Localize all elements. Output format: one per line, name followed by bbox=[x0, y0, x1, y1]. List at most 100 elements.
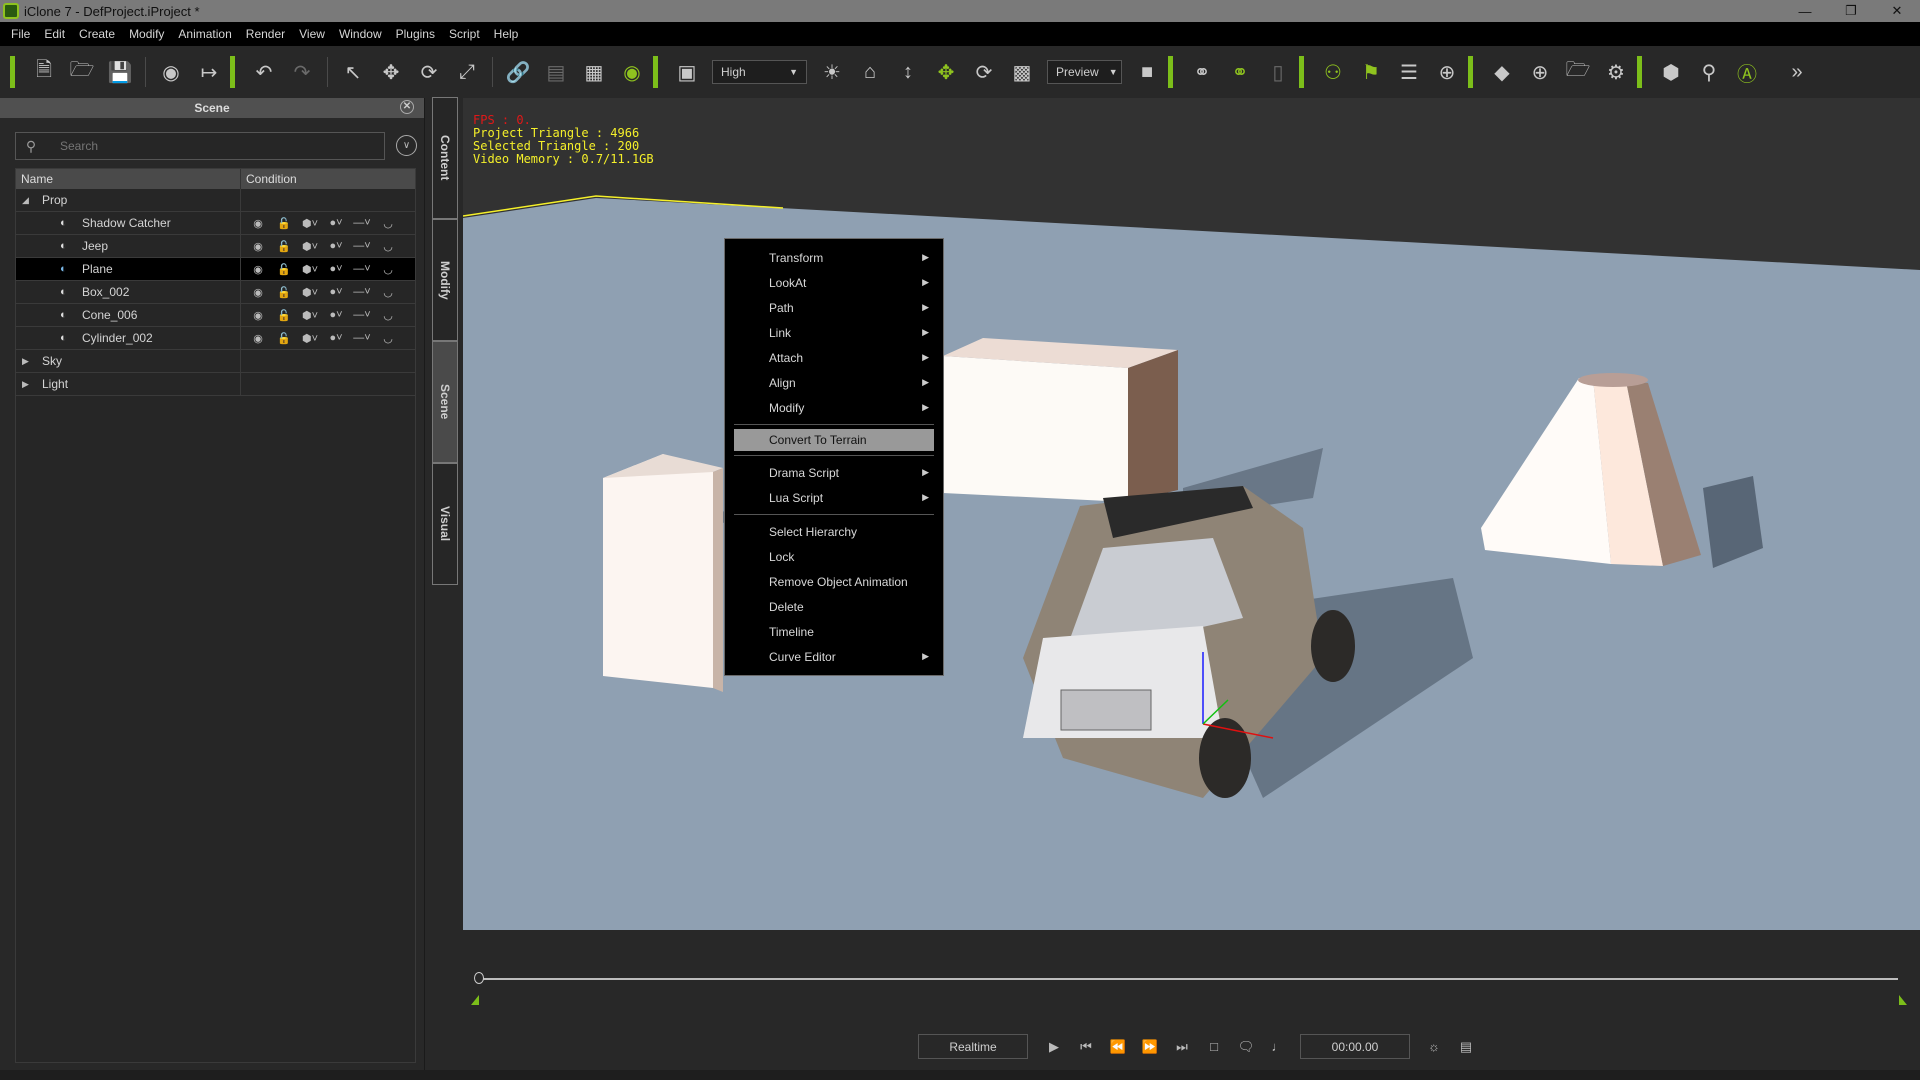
shading-sphere-icon[interactable]: ●˅ bbox=[323, 217, 349, 229]
align-right-icon[interactable]: ▦ bbox=[575, 53, 613, 91]
tree-item-row[interactable]: ◐ Jeep ◉ 🔓 ⬢˅ ●˅ —˅ ◡ bbox=[16, 235, 415, 258]
key-settings-icon[interactable]: ⚙ bbox=[1597, 53, 1635, 91]
line-style-icon[interactable]: —˅ bbox=[349, 286, 375, 298]
menu-view[interactable]: View bbox=[292, 27, 332, 41]
context-menu-item[interactable]: Curve Editor ▶ bbox=[725, 644, 943, 669]
ragdoll-icon[interactable]: ⚇ bbox=[1314, 53, 1352, 91]
render-cube-icon[interactable]: ⬢˅ bbox=[297, 263, 323, 276]
tree-item-row[interactable]: ◐ Box_002 ◉ 🔓 ⬢˅ ●˅ —˅ ◡ bbox=[16, 281, 415, 304]
key-icon[interactable]: ◆ bbox=[1483, 53, 1521, 91]
shading-sphere-icon[interactable]: ●˅ bbox=[323, 309, 349, 321]
menu-script[interactable]: Script bbox=[442, 27, 487, 41]
collapse-arrow-icon[interactable]: ◢ bbox=[22, 195, 34, 206]
timeline-scrubber[interactable] bbox=[474, 972, 484, 984]
time-field[interactable]: 00:00.00 bbox=[1300, 1034, 1410, 1059]
visible-eye-icon[interactable]: ◉ bbox=[245, 309, 271, 322]
subtitle-icon[interactable]: 🗨 bbox=[1230, 1034, 1262, 1059]
go-to-start-icon[interactable]: ⏮ bbox=[1070, 1034, 1102, 1059]
tree-group-row[interactable]: ◢ Prop bbox=[16, 189, 415, 212]
line-style-icon[interactable]: —˅ bbox=[349, 309, 375, 321]
render-cube-icon[interactable]: ⬢˅ bbox=[297, 332, 323, 345]
lock-icon[interactable]: 🔓 bbox=[271, 217, 297, 230]
menu-plugins[interactable]: Plugins bbox=[389, 27, 442, 41]
shading-sphere-icon[interactable]: ●˅ bbox=[323, 263, 349, 275]
range-start-marker[interactable] bbox=[471, 995, 479, 1005]
redo-icon[interactable]: ↷ bbox=[283, 53, 321, 91]
home-camera-icon[interactable]: ⌂ bbox=[851, 53, 889, 91]
export-icon[interactable]: ↦ bbox=[190, 53, 228, 91]
motion-view-icon[interactable]: ⚭ bbox=[1221, 53, 1259, 91]
render-cube-icon[interactable]: ⬢˅ bbox=[297, 217, 323, 230]
tab-visual[interactable]: Visual bbox=[432, 463, 458, 585]
column-condition[interactable]: Condition bbox=[241, 169, 415, 189]
shading-sphere-icon[interactable]: ●˅ bbox=[323, 286, 349, 298]
video-camera-icon[interactable]: ■ bbox=[1128, 53, 1166, 91]
viewport-layout-icon[interactable]: ▣ bbox=[668, 53, 706, 91]
shading-sphere-icon[interactable]: ●˅ bbox=[323, 332, 349, 344]
visible-eye-icon[interactable]: ◉ bbox=[245, 263, 271, 276]
restore-button[interactable]: ❐ bbox=[1828, 0, 1874, 22]
context-menu-item[interactable]: Select Hierarchy bbox=[725, 519, 943, 544]
motion-target-icon[interactable]: ⚭ bbox=[1183, 53, 1221, 91]
filter-dropdown-icon[interactable]: ∨ bbox=[396, 135, 417, 156]
column-name[interactable]: Name bbox=[16, 169, 241, 189]
lock-icon[interactable]: 🔓 bbox=[271, 263, 297, 276]
lock-icon[interactable]: 🔓 bbox=[271, 332, 297, 345]
context-menu-item[interactable]: Convert To Terrain bbox=[734, 429, 934, 451]
edit-icon[interactable]: ◡ bbox=[375, 217, 401, 230]
flag-icon[interactable]: ⚑ bbox=[1352, 53, 1390, 91]
menu-create[interactable]: Create bbox=[72, 27, 122, 41]
context-menu-item[interactable]: Link ▶ bbox=[725, 320, 943, 345]
menu-window[interactable]: Window bbox=[332, 27, 389, 41]
transform-gizmo-icon[interactable]: ✥ bbox=[927, 53, 965, 91]
rotate-icon[interactable]: ⟳ bbox=[410, 53, 448, 91]
auto-key-icon[interactable]: Ⓐ bbox=[1728, 53, 1766, 91]
modules-cubes-icon[interactable]: ▯ bbox=[1259, 53, 1297, 91]
line-style-icon[interactable]: —˅ bbox=[349, 263, 375, 275]
menu-help[interactable]: Help bbox=[487, 27, 526, 41]
key-folder-icon[interactable]: 🗁 bbox=[1559, 53, 1597, 91]
context-menu-item[interactable]: Remove Object Animation bbox=[725, 569, 943, 594]
frame-object-icon[interactable]: ▩ bbox=[1003, 53, 1041, 91]
visible-eye-icon[interactable]: ◉ bbox=[245, 332, 271, 345]
render-cube-icon[interactable]: ⬢˅ bbox=[297, 309, 323, 322]
tree-item-row[interactable]: ◐ Plane ◉ 🔓 ⬢˅ ●˅ —˅ ◡ bbox=[16, 258, 415, 281]
minimize-button[interactable]: — bbox=[1782, 0, 1828, 22]
tree-item-row[interactable]: ◐ Cylinder_002 ◉ 🔓 ⬢˅ ●˅ —˅ ◡ bbox=[16, 327, 415, 350]
edit-icon[interactable]: ◡ bbox=[375, 263, 401, 276]
context-menu-item[interactable]: Modify ▶ bbox=[725, 395, 943, 420]
context-menu-item[interactable]: Lock bbox=[725, 544, 943, 569]
render-mode-dropdown[interactable]: Preview ▼ bbox=[1047, 60, 1122, 84]
context-menu-item[interactable]: LookAt ▶ bbox=[725, 270, 943, 295]
render-cube-icon[interactable]: ⬢˅ bbox=[297, 240, 323, 253]
align-left-icon[interactable]: ▤ bbox=[537, 53, 575, 91]
save-icon[interactable]: 💾 bbox=[101, 53, 139, 91]
3d-viewport[interactable]: FPS : 0. Project Triangle : 4966 Selecte… bbox=[463, 98, 1920, 930]
expand-arrow-icon[interactable]: ▶ bbox=[22, 356, 34, 367]
link-icon[interactable]: 🔗 bbox=[499, 53, 537, 91]
search-input[interactable] bbox=[60, 139, 360, 153]
edit-icon[interactable]: ◡ bbox=[375, 309, 401, 322]
edit-icon[interactable]: ◡ bbox=[375, 332, 401, 345]
tree-group-row[interactable]: ▶ Light bbox=[16, 373, 415, 396]
visibility-eye-icon[interactable]: ◉ bbox=[613, 53, 651, 91]
range-end-marker[interactable] bbox=[1899, 995, 1907, 1005]
context-menu-item[interactable]: Lua Script ▶ bbox=[725, 485, 943, 510]
context-menu-item[interactable]: Align ▶ bbox=[725, 370, 943, 395]
line-style-icon[interactable]: —˅ bbox=[349, 240, 375, 252]
tab-modify[interactable]: Modify bbox=[432, 219, 458, 341]
timeline-panel-icon[interactable]: ▤ bbox=[1450, 1034, 1482, 1059]
context-menu-item[interactable]: Transform ▶ bbox=[725, 245, 943, 270]
camera-orbit-icon[interactable]: ⟳ bbox=[965, 53, 1003, 91]
context-menu-item[interactable]: Drama Script ▶ bbox=[725, 460, 943, 485]
go-to-end-icon[interactable]: ⏭ bbox=[1166, 1034, 1198, 1059]
scale-icon[interactable]: ⤢ bbox=[448, 53, 486, 91]
tab-content[interactable]: Content bbox=[432, 97, 458, 219]
context-menu-item[interactable]: Attach ▶ bbox=[725, 345, 943, 370]
line-style-icon[interactable]: —˅ bbox=[349, 217, 375, 229]
music-note-icon[interactable]: ♩ bbox=[1262, 1034, 1294, 1059]
visible-eye-icon[interactable]: ◉ bbox=[245, 217, 271, 230]
loop-icon[interactable]: □ bbox=[1198, 1034, 1230, 1059]
play-icon[interactable]: ▶ bbox=[1038, 1034, 1070, 1059]
new-file-icon[interactable]: 🗎 bbox=[25, 53, 63, 91]
